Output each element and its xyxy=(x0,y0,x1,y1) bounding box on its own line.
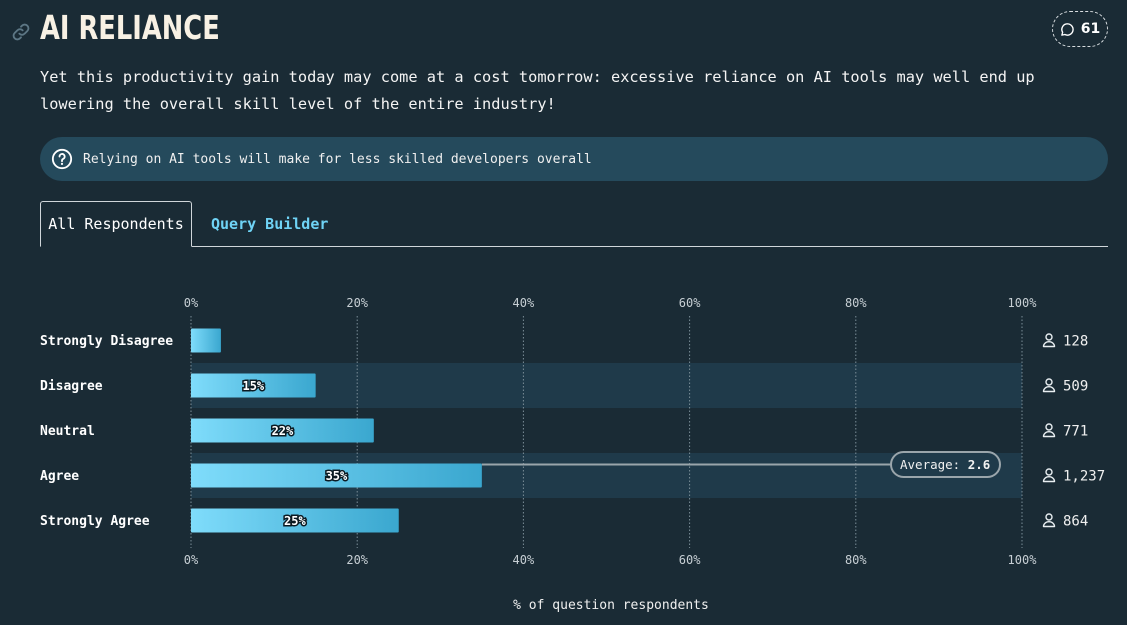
data-label: 35% xyxy=(326,469,348,483)
person-icon xyxy=(1045,423,1053,431)
tick-label-top: 0% xyxy=(184,296,199,310)
person-icon-body xyxy=(1042,476,1056,483)
person-icon-body xyxy=(1042,341,1056,348)
person-icon-body xyxy=(1042,386,1056,393)
tick-label-bottom: 0% xyxy=(184,553,199,567)
category-label: Strongly Disagree xyxy=(40,334,173,349)
category-label: Neutral xyxy=(40,424,95,439)
tick-label-top: 100% xyxy=(1008,296,1038,310)
category-label: Strongly Agree xyxy=(40,514,150,529)
tick-label-top: 20% xyxy=(346,296,368,310)
person-icon xyxy=(1045,468,1053,476)
category-label: Agree xyxy=(40,469,79,484)
respondent-count: 509 xyxy=(1063,379,1088,395)
data-label: 22% xyxy=(272,424,294,438)
person-icon-body xyxy=(1042,521,1056,528)
data-label: 25% xyxy=(284,514,306,528)
average-label: Average: 2.6 xyxy=(900,457,990,472)
bar xyxy=(191,328,221,353)
person-icon xyxy=(1045,333,1053,341)
tick-label-top: 80% xyxy=(845,296,867,310)
respondent-count: 128 xyxy=(1063,334,1088,350)
person-icon xyxy=(1045,513,1053,521)
tick-label-bottom: 80% xyxy=(845,553,867,567)
respondent-count: 771 xyxy=(1063,424,1088,440)
tick-label-bottom: 60% xyxy=(679,553,701,567)
average-value: 2.6 xyxy=(968,457,991,472)
data-label: 15% xyxy=(242,379,264,393)
person-icon-body xyxy=(1042,431,1056,438)
x-axis-label: % of question respondents xyxy=(513,598,709,613)
tick-label-top: 60% xyxy=(679,296,701,310)
tick-label-bottom: 40% xyxy=(513,553,535,567)
bar-chart: 0% 0% 20% 20% 40% 40% 60% 60% 80% 80% 100% 100% Stro… xyxy=(40,296,1105,613)
respondent-count: 864 xyxy=(1063,514,1088,530)
tick-label-top: 40% xyxy=(513,296,535,310)
category-label: Disagree xyxy=(40,379,103,394)
tick-label-bottom: 20% xyxy=(346,553,368,567)
respondent-count: 1,237 xyxy=(1063,469,1105,485)
person-icon xyxy=(1045,378,1053,386)
tick-label-bottom: 100% xyxy=(1008,553,1038,567)
